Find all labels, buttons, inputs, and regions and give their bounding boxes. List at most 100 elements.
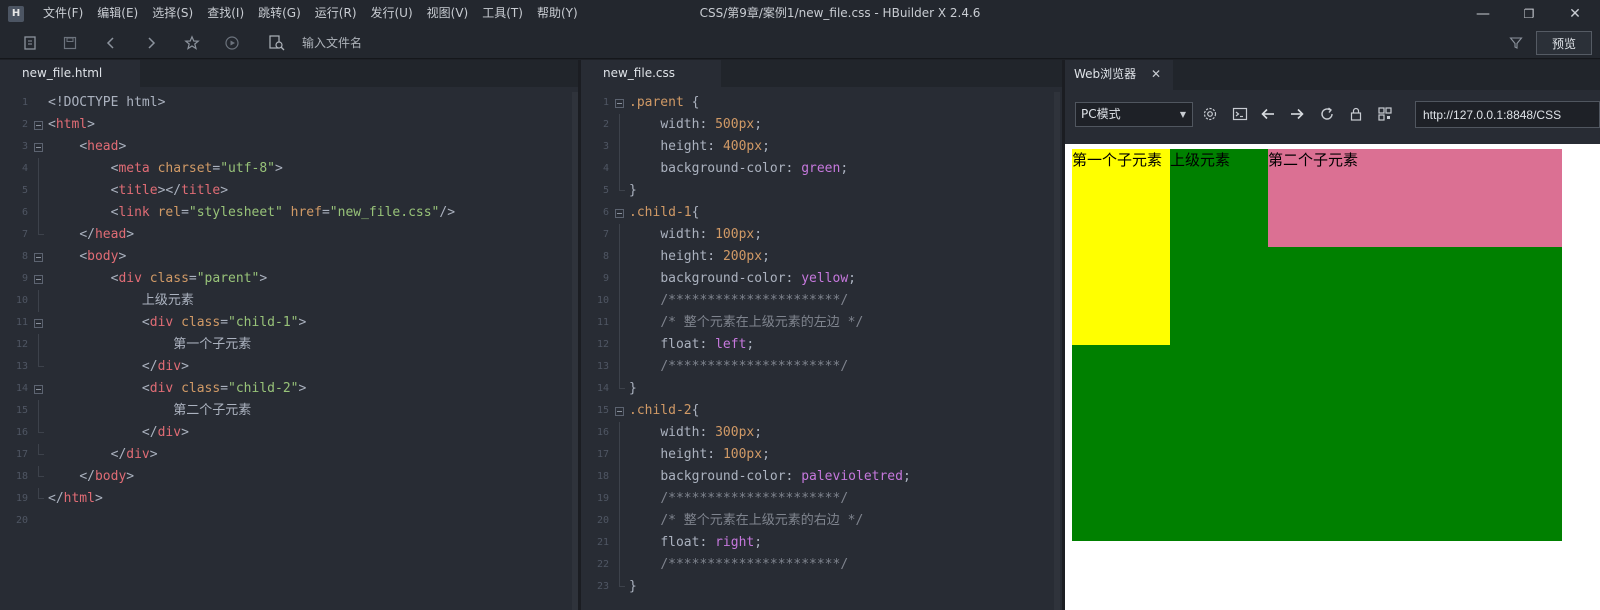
fold-toggle-icon[interactable]	[615, 92, 624, 114]
line-number: 22	[596, 559, 609, 570]
fold-guide	[615, 532, 624, 554]
tab-new-file-css[interactable]: new_file.css	[581, 60, 721, 87]
line-number: 12	[15, 339, 28, 350]
code-text: }	[629, 180, 637, 202]
menu-item[interactable]: 跳转(G)	[251, 0, 308, 27]
console-icon[interactable]	[1230, 104, 1250, 124]
refresh-icon[interactable]	[1317, 104, 1337, 124]
line-number: 4	[602, 163, 609, 174]
code-line: 6 .child-1{	[581, 202, 1062, 224]
lock-icon[interactable]	[1346, 104, 1366, 124]
code-line: 14 <div class="child-2">	[0, 378, 578, 400]
css-code-area[interactable]: 1 .parent {2 width: 500px; 3 height: 400px…	[581, 92, 1062, 598]
menu-item[interactable]: 发行(U)	[364, 0, 420, 27]
menu-item[interactable]: 文件(F)	[36, 0, 90, 27]
back-icon[interactable]	[101, 33, 121, 53]
code-token: 100px	[715, 227, 755, 242]
code-token: yellow	[801, 271, 849, 286]
fold-toggle-icon[interactable]	[34, 312, 43, 334]
code-token: >	[126, 227, 135, 242]
menu-item[interactable]: 工具(T)	[475, 0, 530, 27]
menu-item[interactable]: 选择(S)	[145, 0, 200, 27]
code-token: :	[699, 425, 716, 440]
tab-web-browser[interactable]: Web浏览器 ✕	[1065, 60, 1173, 90]
fold-guide	[615, 268, 624, 290]
code-token: href	[290, 205, 322, 220]
close-icon[interactable]: ✕	[1151, 60, 1161, 88]
fold-toggle-icon[interactable]	[34, 246, 43, 268]
code-line: 1 <!DOCTYPE html>	[0, 92, 578, 114]
menu-item[interactable]: 查找(I)	[200, 0, 251, 27]
code-text: .child-1{	[629, 202, 699, 224]
code-text: height: 200px;	[629, 246, 770, 268]
fold-guide	[615, 466, 624, 488]
fold-toggle-icon[interactable]	[34, 378, 43, 400]
code-token: =	[188, 271, 197, 286]
save-icon[interactable]	[60, 33, 80, 53]
qrcode-icon[interactable]	[1375, 104, 1395, 124]
line-number: 13	[596, 361, 609, 372]
forward-icon[interactable]	[141, 33, 161, 53]
menu-item[interactable]: 编辑(E)	[90, 0, 145, 27]
code-token: {	[691, 403, 700, 418]
menu-item[interactable]: 视图(V)	[420, 0, 476, 27]
code-token: div	[157, 425, 182, 440]
menu-item[interactable]: 帮助(Y)	[530, 0, 585, 27]
code-token: body	[87, 249, 119, 264]
preview-button[interactable]: 预览	[1536, 31, 1592, 55]
child-2-text: 第二个子元素	[1268, 151, 1359, 169]
mode-select[interactable]: PC模式 ▼	[1075, 102, 1193, 127]
maximize-button[interactable]: ❐	[1506, 0, 1552, 27]
run-icon[interactable]	[222, 33, 242, 53]
fold-guide	[615, 334, 624, 356]
code-token: ;	[848, 271, 856, 286]
code-text: </head>	[48, 224, 134, 246]
html-code-area[interactable]: 1 <!DOCTYPE html> 2 <html> 3 <head> 4 <meta c…	[0, 92, 578, 532]
filter-icon[interactable]	[1506, 33, 1526, 53]
fold-toggle-icon[interactable]	[615, 400, 624, 422]
code-line: 16 width: 300px;	[581, 422, 1062, 444]
line-number: 3	[21, 141, 28, 152]
html-editor-pane: new_file.html 1 <!DOCTYPE html> 2 <html> 3 <…	[0, 60, 578, 610]
file-search-input[interactable]	[302, 36, 902, 50]
code-token: {	[691, 205, 700, 220]
menu-bar: 文件(F) 编辑(E) 选择(S) 查找(I) 跳转(G) 运行(R) 发行(U) 视图(V)…	[36, 0, 585, 27]
back-arrow-icon[interactable]	[1258, 104, 1278, 124]
code-text: height: 400px;	[629, 136, 770, 158]
code-line: 13 </div>	[0, 356, 578, 378]
fold-guide	[34, 400, 43, 422]
code-token: .child-1	[629, 205, 692, 220]
code-line: 7 width: 100px;	[581, 224, 1062, 246]
code-token: charset	[157, 161, 213, 176]
code-line: 22 /**********************/	[581, 554, 1062, 576]
new-file-icon[interactable]	[20, 33, 40, 53]
forward-arrow-icon[interactable]	[1287, 104, 1307, 124]
star-icon[interactable]	[182, 33, 202, 53]
code-text: <link rel="stylesheet" href="new_file.cs…	[48, 202, 455, 224]
url-input[interactable]	[1415, 101, 1600, 128]
line-number: 18	[15, 471, 28, 482]
css-editor-scrollbar[interactable]	[1054, 92, 1060, 610]
fold-toggle-icon[interactable]	[34, 136, 43, 158]
menu-item[interactable]: 运行(R)	[308, 0, 364, 27]
close-button[interactable]: ✕	[1552, 0, 1598, 27]
code-token: div	[149, 381, 182, 396]
fold-toggle-icon[interactable]	[34, 268, 43, 290]
minimize-button[interactable]: —	[1460, 0, 1506, 27]
fold-guide	[34, 466, 44, 488]
code-text: </html>	[48, 488, 103, 510]
code-line: 13 /**********************/	[581, 356, 1062, 378]
fold-toggle-icon[interactable]	[34, 114, 43, 136]
tab-new-file-html[interactable]: new_file.html	[0, 60, 140, 87]
fold-guide	[615, 422, 624, 444]
code-token: >	[181, 425, 189, 440]
fold-toggle-icon[interactable]	[615, 202, 624, 224]
gear-icon[interactable]	[1200, 104, 1220, 124]
code-line: 14}	[581, 378, 1062, 400]
code-token: .parent	[629, 95, 692, 110]
